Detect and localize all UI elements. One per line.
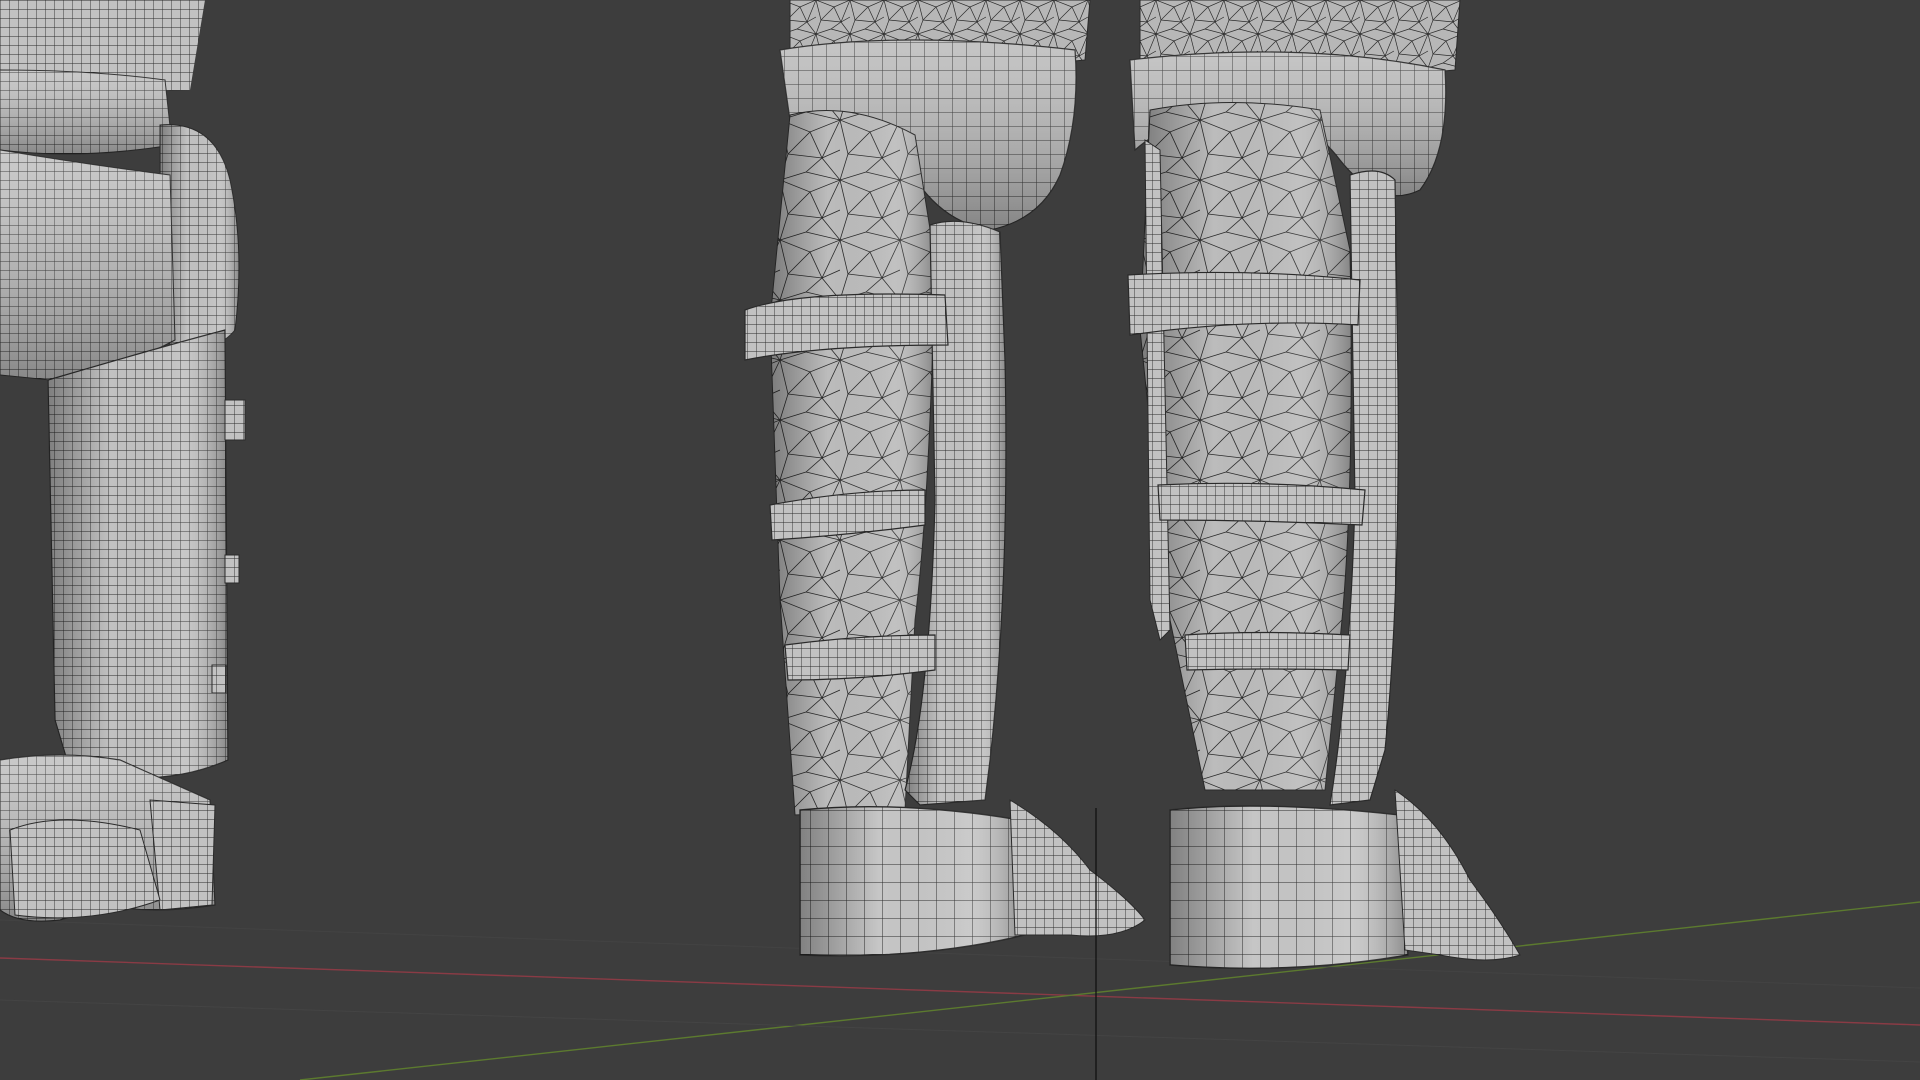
3d-viewport[interactable]: [0, 0, 1920, 1080]
strap-buckle: [211, 664, 227, 694]
floor-grid-line: [0, 999, 1920, 1063]
strap-buckle: [224, 399, 246, 441]
strap-buckle: [224, 554, 240, 584]
x-axis-line: [0, 957, 1920, 1026]
center-leg-armor[interactable]: [744, 0, 1146, 957]
viewport-canvas[interactable]: [0, 0, 1920, 1080]
left-leg-armor[interactable]: [0, 0, 246, 922]
right-leg-armor[interactable]: [1127, 0, 1521, 970]
